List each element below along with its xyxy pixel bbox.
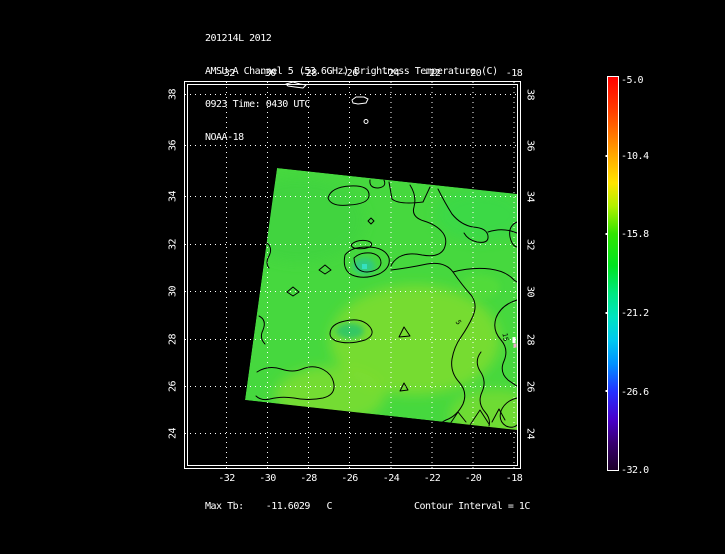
storm-id-label: 201214L 2012 — [205, 33, 498, 44]
lat-tick-label: 28 — [525, 334, 536, 346]
colorbar-tick-label: -10.4 — [621, 151, 649, 162]
lon-tick-label: -24 — [383, 473, 400, 484]
lat-tick-label: 34 — [168, 191, 179, 203]
lat-tick-label: 26 — [525, 381, 536, 393]
title-block: 201214L 2012 AMSU-A Channel 5 (53.6GHz) … — [205, 11, 498, 165]
lon-tick-label: -30 — [259, 473, 276, 484]
colorbar-tick-label: -5.0 — [621, 75, 644, 86]
colorbar-labels: -5.0 -10.4 -15.8 -21.2 -26.6 -32.0 — [621, 75, 649, 476]
lon-tick-label: -32 — [218, 473, 235, 484]
lon-tick-label: -20 — [465, 473, 482, 484]
footer-annotations: Max Tb: -11.6029 C Contour Interval = 1C — [0, 501, 725, 545]
lat-axis-left: 38 36 34 32 30 28 26 24 — [168, 89, 179, 440]
lon-tick-label: -18 — [506, 473, 523, 484]
lat-tick-label: 28 — [168, 334, 179, 346]
colorbar: -5.0 -10.4 -15.8 -21.2 -26.6 -32.0 — [606, 75, 650, 476]
lat-tick-label: 36 — [168, 140, 179, 152]
lon-axis-bottom: -32 -30 -28 -26 -24 -22 -20 -18 — [218, 473, 523, 484]
lat-tick-label: 32 — [168, 239, 179, 251]
colorbar-gradient — [608, 77, 619, 471]
lat-tick-label: 32 — [525, 239, 536, 251]
lat-tick-label: 34 — [525, 191, 536, 203]
pink-dot — [514, 344, 517, 348]
colorbar-tick-label: -32.0 — [621, 465, 649, 476]
amsu-brightness-temperature-plot: 201214L 2012 AMSU-A Channel 5 (53.6GHz) … — [0, 0, 725, 550]
lon-tick-label: -26 — [341, 473, 358, 484]
lat-tick-label: 26 — [168, 381, 179, 393]
colorbar-tick-label: -26.6 — [621, 387, 649, 398]
colorbar-tick-label: -15.8 — [621, 229, 649, 240]
lat-tick-label: 30 — [168, 286, 179, 298]
time-label: 0923 Time: 0430 UTC — [205, 99, 498, 110]
lat-tick-label: 38 — [168, 89, 179, 101]
contour-label-15: 15 — [500, 332, 509, 342]
colorbar-tick-label: -21.2 — [621, 308, 649, 319]
satellite-label: NOAA-18 — [205, 132, 498, 143]
island-pixel-white — [513, 337, 516, 343]
lat-tick-label: 38 — [525, 89, 536, 101]
lon-tick-label: -18 — [506, 68, 523, 79]
swath-image — [235, 168, 540, 441]
lat-tick-label: 36 — [525, 140, 536, 152]
lat-tick-label: 24 — [168, 428, 179, 440]
lat-tick-label: 30 — [525, 286, 536, 298]
cold-core-pixel — [362, 264, 367, 269]
lat-axis-right: 38 36 34 32 30 28 26 24 — [525, 89, 536, 440]
plot-title: AMSU-A Channel 5 (53.6GHz) Brightness Te… — [205, 66, 498, 77]
lon-tick-label: -28 — [300, 473, 317, 484]
lat-tick-label: 24 — [525, 428, 536, 440]
lon-tick-label: -22 — [424, 473, 441, 484]
max-tb-label: Max Tb: -11.6029 C — [205, 501, 332, 512]
contour-interval-label: Contour Interval = 1C — [414, 501, 530, 512]
